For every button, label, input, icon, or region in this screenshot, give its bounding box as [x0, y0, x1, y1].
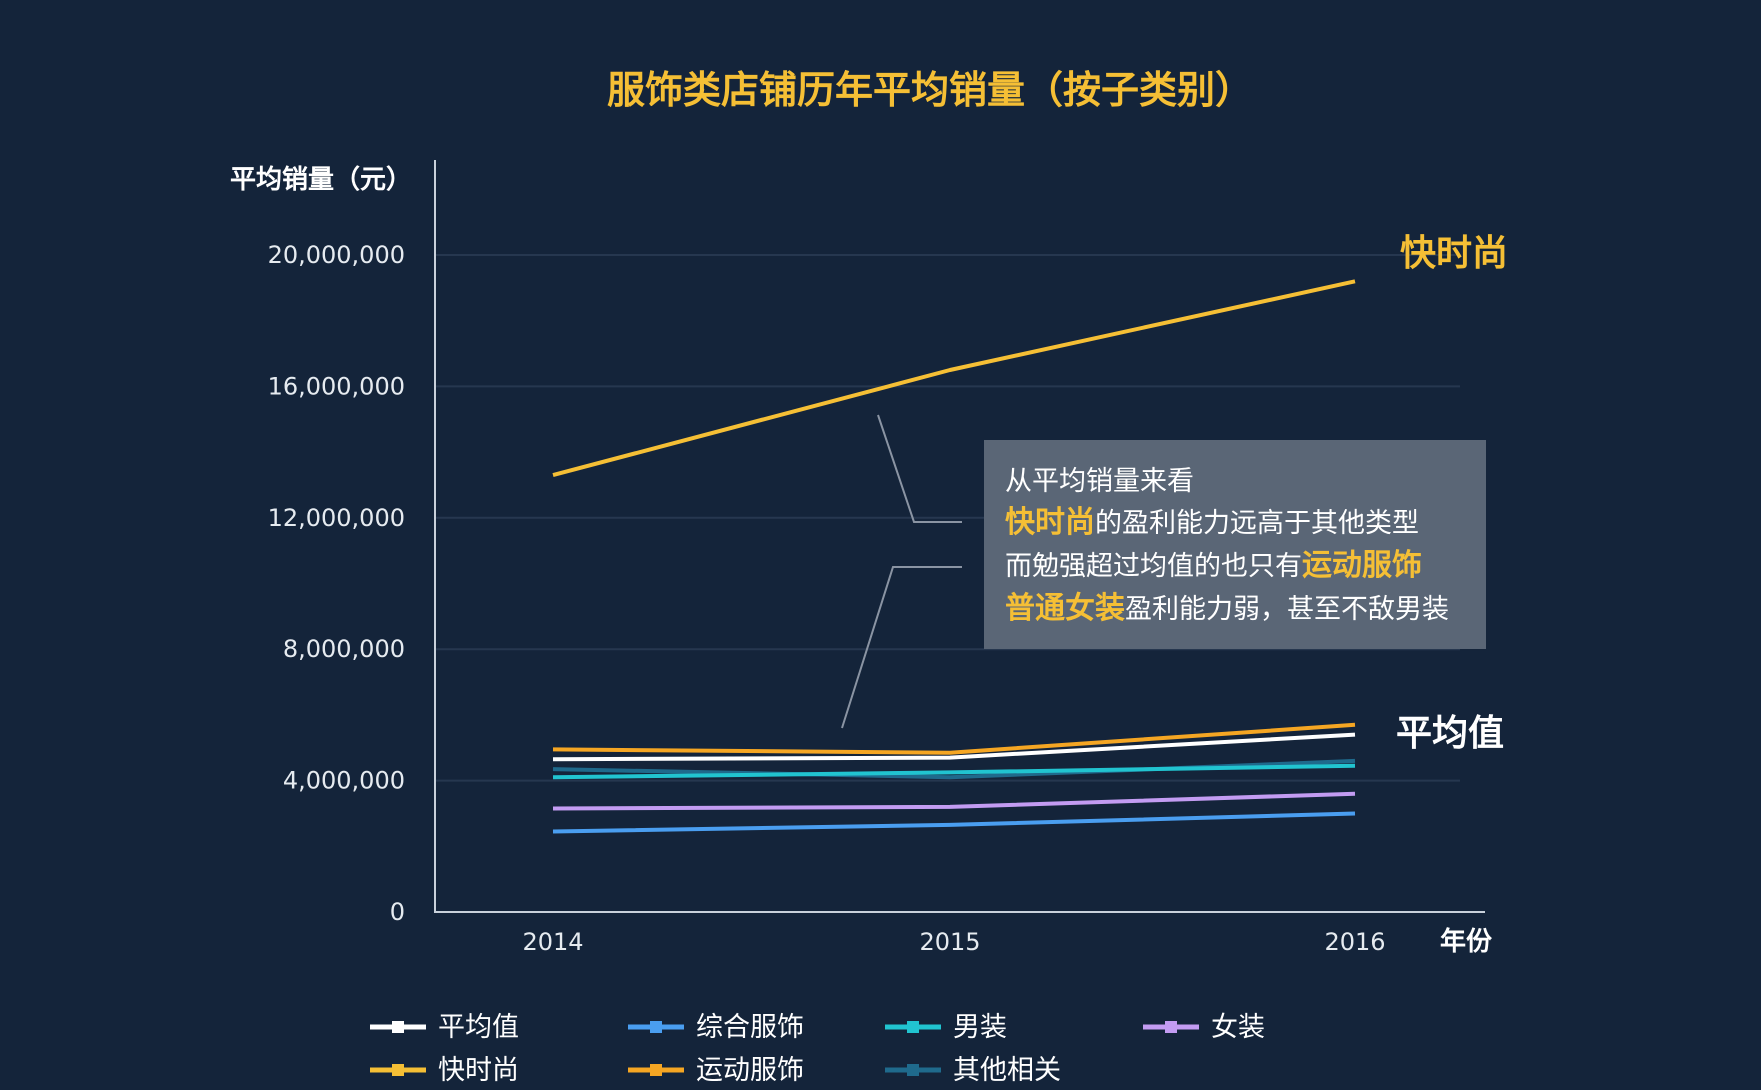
- legend-label: 其他相关: [953, 1055, 1061, 1086]
- annotation-line: 从平均销量来看: [1005, 466, 1194, 497]
- legend-item: 女装: [1143, 1012, 1265, 1043]
- annotation-leaders: [841, 414, 962, 729]
- annotation-highlight: 运动服饰: [1302, 548, 1422, 583]
- legend-swatch-marker: [650, 1021, 662, 1033]
- legend: 平均值 综合服饰 男装 女装快时尚 运动服饰 其他相关: [370, 1012, 1265, 1086]
- x-axis-label: 年份: [1440, 926, 1492, 957]
- annotation-text: 而勉强超过均值的也只有: [1005, 551, 1302, 582]
- legend-item: 男装: [885, 1012, 1007, 1043]
- y-tick-label: 20,000,000: [268, 241, 405, 269]
- legend-item: 平均值: [370, 1012, 519, 1043]
- leader-line: [841, 566, 962, 729]
- legend-swatch-marker: [392, 1021, 404, 1033]
- legend-swatch-marker: [392, 1064, 404, 1076]
- legend-label: 综合服饰: [696, 1012, 804, 1043]
- y-tick-label: 16,000,000: [268, 372, 405, 400]
- series-line: [552, 791, 1356, 811]
- x-tick-label: 2015: [919, 928, 980, 956]
- series-line: [552, 811, 1356, 834]
- annotation-text: 的盈利能力远高于其他类型: [1095, 508, 1419, 539]
- chart: 服饰类店铺历年平均销量（按子类别） 平均销量（元） 年份 0 4,000,000 8…: [230, 68, 1508, 1086]
- y-tick-label: 12,000,000: [268, 504, 405, 532]
- annotation-highlight: 快时尚: [1005, 505, 1095, 540]
- legend-item: 其他相关: [885, 1055, 1061, 1086]
- legend-swatch-marker: [907, 1021, 919, 1033]
- legend-item: 运动服饰: [628, 1055, 804, 1086]
- x-tick-label: 2016: [1324, 928, 1385, 956]
- annotation-line: 普通女装盈利能力弱，甚至不敌男装: [1005, 591, 1449, 626]
- legend-label: 运动服饰: [696, 1055, 804, 1086]
- series-line: [552, 732, 1356, 762]
- y-tick-label: 4,000,000: [283, 767, 405, 795]
- legend-swatch-marker: [650, 1064, 662, 1076]
- legend-item: 快时尚: [370, 1055, 519, 1086]
- y-tick-label: 8,000,000: [283, 635, 405, 663]
- annotation-highlight: 普通女装: [1005, 591, 1125, 626]
- annotation-text: 盈利能力弱，甚至不敌男装: [1125, 594, 1449, 625]
- legend-swatch-marker: [907, 1064, 919, 1076]
- leader-line: [877, 414, 962, 523]
- y-axis-label: 平均销量（元）: [230, 165, 412, 195]
- legend-label: 快时尚: [438, 1055, 519, 1086]
- chart-title: 服饰类店铺历年平均销量（按子类别）: [607, 68, 1253, 112]
- annotation-line: 而勉强超过均值的也只有运动服饰: [1005, 548, 1422, 583]
- annotation-box: 从平均销量来看快时尚的盈利能力远高于其他类型而勉强超过均值的也只有运动服饰普通女…: [984, 440, 1486, 649]
- legend-label: 男装: [953, 1012, 1007, 1043]
- legend-item: 综合服饰: [628, 1012, 804, 1043]
- annotation-line: 快时尚的盈利能力远高于其他类型: [1005, 505, 1419, 540]
- end-label: 快时尚: [1400, 233, 1508, 274]
- legend-label: 女装: [1211, 1012, 1265, 1043]
- end-label: 平均值: [1396, 713, 1504, 754]
- legend-swatch-marker: [1165, 1021, 1177, 1033]
- legend-label: 平均值: [438, 1012, 519, 1043]
- y-tick-label: 0: [390, 898, 405, 926]
- x-tick-label: 2014: [522, 928, 583, 956]
- annotation-text: 从平均销量来看: [1005, 466, 1194, 497]
- series-line: [552, 722, 1356, 755]
